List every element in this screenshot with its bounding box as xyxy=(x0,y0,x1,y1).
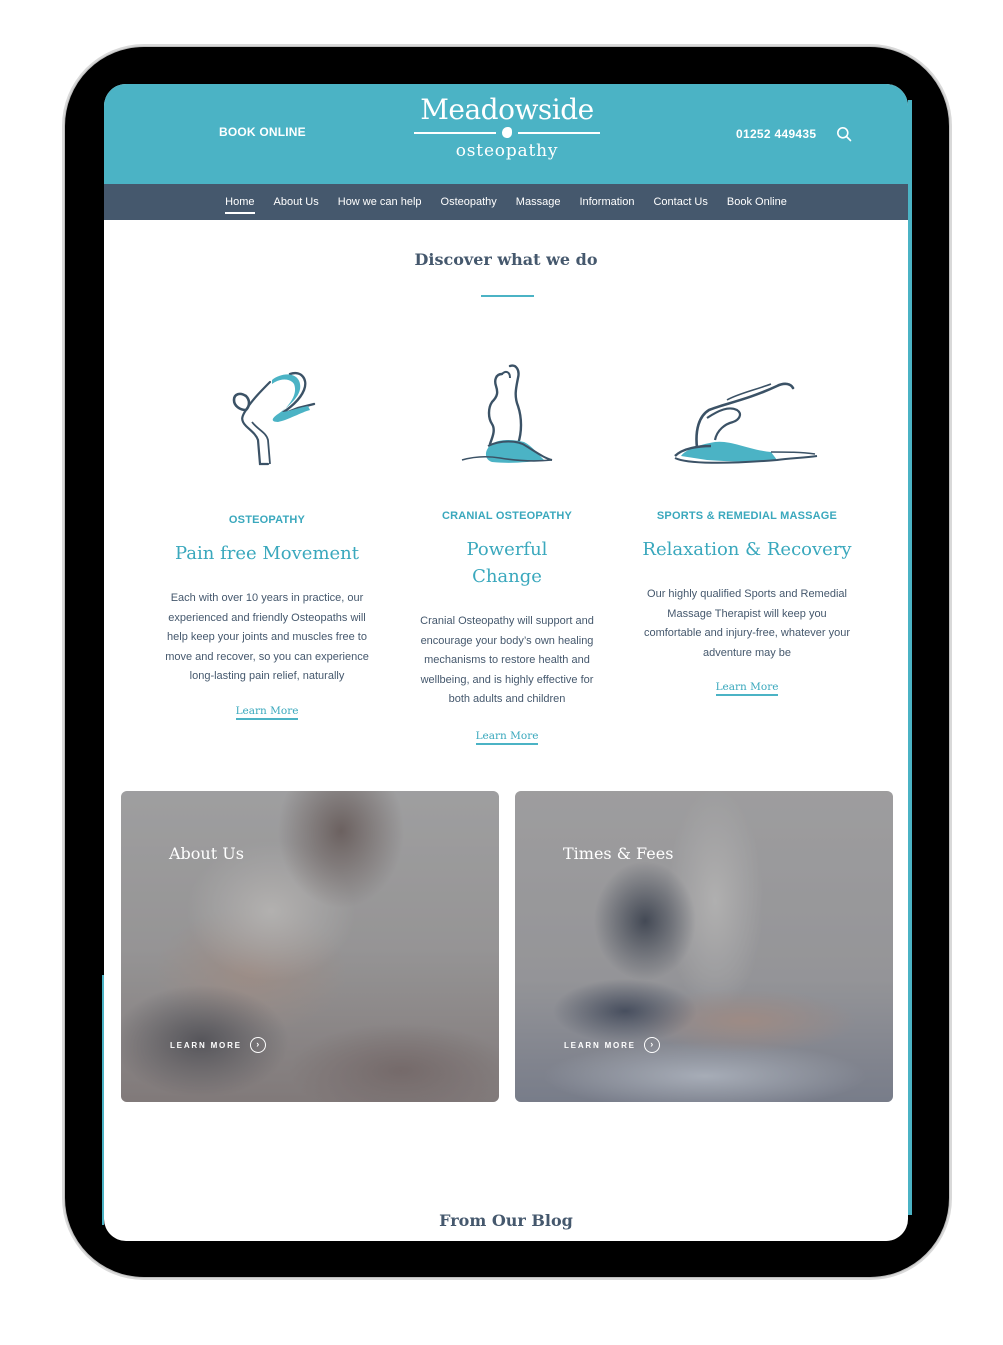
website-screen: BOOK ONLINE Meadowside osteopathy 01252 … xyxy=(104,84,908,1241)
logo-title: Meadowside xyxy=(420,93,594,126)
about-us-card[interactable]: About Us LEARN MORE › xyxy=(121,791,499,1102)
site-logo[interactable]: Meadowside osteopathy xyxy=(404,92,610,162)
card-cta-label: LEARN MORE xyxy=(170,1040,242,1050)
pigeon-pose-figure-icon xyxy=(674,382,818,464)
logo-divider xyxy=(414,127,600,138)
logo-rule-right xyxy=(518,132,600,134)
times-and-fees-card[interactable]: Times & Fees LEARN MORE › xyxy=(515,791,893,1102)
learn-more-link[interactable]: Learn More xyxy=(235,705,299,720)
nav-item-osteopathy[interactable]: Osteopathy xyxy=(431,184,506,220)
blog-title: From Our Blog xyxy=(439,1211,573,1230)
nav-item-contact-us[interactable]: Contact Us xyxy=(644,184,717,220)
discover-title: Discover what we do xyxy=(414,250,598,269)
card-title: Times & Fees xyxy=(563,844,674,863)
service-kicker: SPORTS & REMEDIAL MASSAGE xyxy=(656,510,838,522)
nav-item-information[interactable]: Information xyxy=(570,184,644,220)
learn-more-link[interactable]: Learn More xyxy=(715,681,779,697)
service-kicker: CRANIAL OSTEOPATHY xyxy=(441,510,573,522)
screen-edge xyxy=(908,100,912,1215)
book-online-link[interactable]: BOOK ONLINE xyxy=(219,125,306,139)
seated-stretch-figure-icon xyxy=(461,364,553,463)
card-learn-more[interactable]: LEARN MORE › xyxy=(170,1037,266,1053)
crow-pose-figure-icon xyxy=(232,371,316,466)
service-heading: Relaxation & Recovery xyxy=(642,539,852,560)
card-title: About Us xyxy=(169,844,244,863)
logo-subtitle: osteopathy xyxy=(455,141,559,161)
logo-leaf-icon xyxy=(502,127,512,138)
site-header: BOOK ONLINE Meadowside osteopathy 01252 … xyxy=(104,84,908,184)
nav-item-how-we-can-help[interactable]: How we can help xyxy=(328,184,431,220)
main-nav: Home About Us How we can help Osteopathy… xyxy=(104,184,908,220)
service-kicker: OSTEOPATHY xyxy=(228,514,306,526)
chevron-right-icon: › xyxy=(249,1037,266,1053)
learn-more-link[interactable]: Learn More xyxy=(475,730,539,745)
card-cta-label: LEARN MORE xyxy=(564,1040,636,1050)
service-column-osteopathy: OSTEOPATHY Pain free Movement Each with … xyxy=(157,360,377,720)
card-learn-more[interactable]: LEARN MORE › xyxy=(564,1037,660,1053)
service-column-cranial-osteopathy: CRANIAL OSTEOPATHY Powerful Change Crani… xyxy=(397,360,617,745)
nav-item-book-online[interactable]: Book Online xyxy=(717,184,796,220)
service-heading: Pain free Movement xyxy=(174,543,360,564)
title-divider xyxy=(481,295,534,297)
service-column-sports-massage: SPORTS & REMEDIAL MASSAGE Relaxation & R… xyxy=(637,360,857,697)
search-icon[interactable] xyxy=(836,126,852,142)
nav-item-about-us[interactable]: About Us xyxy=(264,184,328,220)
image-overlay xyxy=(515,791,893,1102)
nav-item-home[interactable]: Home xyxy=(216,184,264,220)
service-description: Cranial Osteopathy will support and enco… xyxy=(420,615,594,706)
service-heading: Powerful Change xyxy=(466,539,548,587)
service-description: Each with over 10 years in practice, our… xyxy=(165,592,369,683)
nav-item-massage[interactable]: Massage xyxy=(506,184,570,220)
image-overlay xyxy=(121,791,499,1102)
chevron-right-icon: › xyxy=(643,1037,660,1053)
phone-link[interactable]: 01252 449435 xyxy=(736,127,816,141)
service-description: Our highly qualified Sports and Remedial… xyxy=(643,588,851,659)
logo-rule-left xyxy=(414,132,496,134)
